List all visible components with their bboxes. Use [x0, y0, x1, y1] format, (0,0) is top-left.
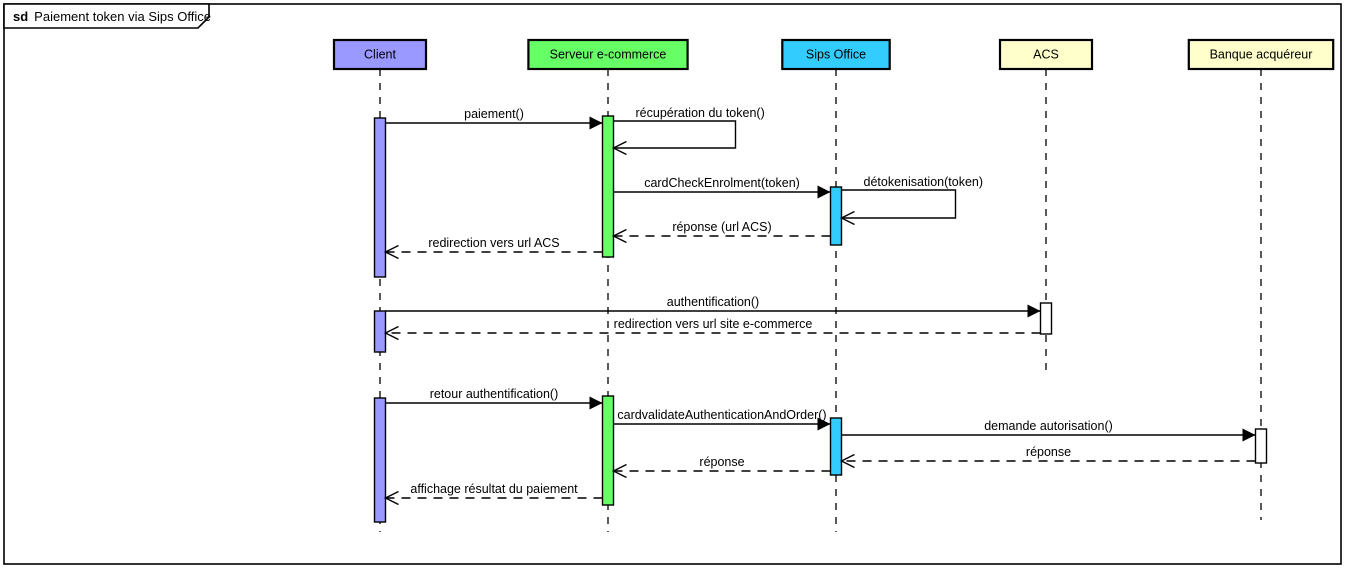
activation-bar-serveur [601, 395, 615, 506]
message-arrowhead-m1 [589, 116, 603, 130]
message-m2: récupération du token() [611, 106, 765, 156]
message-label-m2: récupération du token() [636, 106, 765, 120]
sequence-diagram-canvas: sd Paiement token via Sips Office paiemen… [0, 0, 1349, 575]
lifeline-head-serveur[interactable]: Serveur e-commerce [527, 38, 689, 71]
message-label-m11: demande autorisation() [984, 419, 1113, 433]
message-arrowhead-m9 [589, 396, 603, 410]
lifeline-head-label-serveur: Serveur e-commerce [550, 47, 667, 61]
message-label-m12: réponse [1026, 445, 1071, 459]
diagram-frame-border [3, 3, 1342, 565]
frame-kind-label: sd [13, 9, 28, 24]
lifeline-heads-layer: Client Serveur e-commerce Sips Office ACS Ba… [332, 38, 1335, 71]
message-m8: redirection vers url site e-commerce [383, 317, 1041, 341]
message-label-m5: réponse (url ACS) [672, 220, 771, 234]
activation-bar-sips [829, 417, 843, 476]
frame-tab-label: sd Paiement token via Sips Office [13, 9, 211, 24]
message-label-m7: authentification() [667, 295, 759, 309]
lifeline-head-label-sips: Sips Office [806, 47, 866, 61]
sequence-diagram-svg: sd Paiement token via Sips Office paiemen… [3, 3, 1342, 565]
lifelines-layer [379, 69, 1262, 532]
lifeline-head-label-acs: ACS [1033, 47, 1059, 61]
message-label-m1: paiement() [464, 107, 524, 121]
message-line-m4 [841, 189, 957, 219]
lifeline-head-label-client: Client [364, 47, 396, 61]
lifeline-head-banque[interactable]: Banque acquéreur [1187, 38, 1335, 71]
lifeline-head-label-banque: Banque acquéreur [1210, 47, 1313, 61]
message-label-m8: redirection vers url site e-commerce [614, 317, 813, 331]
diagram-frame: sd Paiement token via Sips Office [3, 3, 1342, 565]
message-line-m2 [613, 120, 737, 149]
lifeline-head-sips[interactable]: Sips Office [781, 38, 891, 71]
activation-bar-banque [1254, 428, 1268, 464]
message-label-m10: cardvalidateAuthenticationAndOrder() [617, 408, 826, 422]
activation-bar-serveur [601, 115, 615, 258]
activation-bar-client [373, 310, 387, 353]
message-m9: retour authentification() [385, 387, 603, 410]
message-label-m3: cardCheckEnrolment(token) [644, 176, 800, 190]
activations-layer [373, 115, 1268, 523]
message-m4: détokenisation(token) [839, 175, 984, 226]
activation-bar-client [373, 117, 387, 278]
message-m1: paiement() [385, 107, 603, 130]
message-m3: cardCheckEnrolment(token) [613, 176, 831, 199]
message-m13: réponse [611, 455, 831, 479]
message-label-m4: détokenisation(token) [864, 175, 984, 189]
message-label-m9: retour authentification() [430, 387, 559, 401]
message-arrowhead-m3 [817, 185, 831, 199]
message-m7: authentification() [385, 295, 1041, 318]
activation-bar-client [373, 397, 387, 523]
message-label-m14: affichage résultat du paiement [410, 482, 578, 496]
message-label-m6: redirection vers url ACS [428, 236, 559, 250]
activation-bar-acs [1039, 302, 1053, 335]
message-m14: affichage résultat du paiement [383, 482, 603, 506]
activation-bar-sips [829, 186, 843, 246]
message-arrowhead-m7 [1027, 304, 1041, 318]
frame-title-label: Paiement token via Sips Office [34, 9, 211, 24]
message-m11: demande autorisation() [841, 419, 1256, 442]
message-m12: réponse [839, 445, 1256, 469]
lifeline-head-acs[interactable]: ACS [998, 38, 1094, 71]
lifeline-head-client[interactable]: Client [332, 38, 428, 71]
message-m10: cardvalidateAuthenticationAndOrder() [613, 408, 831, 431]
message-m5: réponse (url ACS) [611, 220, 831, 244]
message-arrowhead-m11 [1242, 428, 1256, 442]
messages-layer: paiement() récupération du token() cardChe… [383, 106, 1256, 506]
message-m6: redirection vers url ACS [383, 236, 603, 260]
message-label-m13: réponse [699, 455, 744, 469]
